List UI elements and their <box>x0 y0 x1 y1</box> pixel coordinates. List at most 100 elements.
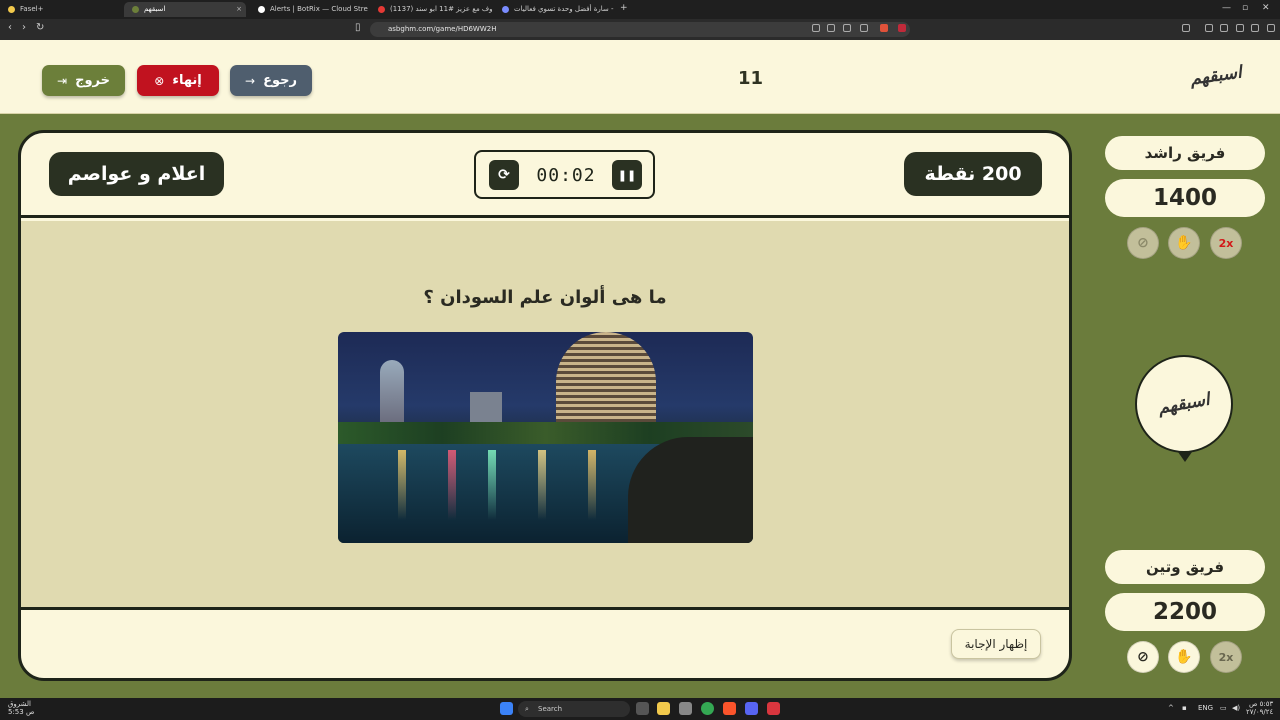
url-text: asbghm.com/game/HD6WW2H <box>388 25 497 33</box>
discord-icon[interactable] <box>745 702 758 715</box>
show-answer-button[interactable]: إظهار الإجابة <box>951 629 1041 659</box>
logo[interactable]: اسبقهم <box>1189 62 1243 89</box>
browser-tab[interactable]: Fasel+ <box>0 2 120 17</box>
reset-timer-button[interactable]: ⟳ <box>489 160 519 190</box>
browser-tab[interactable]: سارة أفضل وحدة تسوي فعاليات - :icon <box>494 2 616 17</box>
browser-tab[interactable]: (1137) حروف مع عزيز #11 ابو سند <box>370 2 492 17</box>
points-badge: 200 نقطة <box>904 152 1042 196</box>
exit-button-label: خروج <box>75 73 110 88</box>
timer-panel: ⟳ 00:02 ❚❚ <box>474 150 655 199</box>
leo-icon[interactable] <box>1236 24 1244 32</box>
close-tab-icon[interactable]: × <box>236 2 242 17</box>
cancel-circle-icon: ⊗ <box>154 73 165 88</box>
double-points-icon: 2x <box>1218 236 1234 250</box>
reload-icon[interactable]: ↻ <box>36 22 44 33</box>
tray-app-icon[interactable]: ▪ <box>1182 704 1187 712</box>
team-2-name: فريق وتين <box>1105 550 1265 584</box>
extensions-icon[interactable] <box>1182 24 1190 32</box>
back-button[interactable]: رجوع → <box>230 65 312 96</box>
app-icon[interactable] <box>767 702 780 715</box>
language-indicator[interactable]: ENG <box>1198 704 1213 712</box>
question-text: ما هى ألوان علم السودان ؟ <box>423 287 667 308</box>
team-2-block-aid-button[interactable]: ⊘ <box>1127 641 1159 673</box>
sidebar-icon[interactable] <box>1205 24 1213 32</box>
translate-icon[interactable] <box>812 24 820 32</box>
exit-button[interactable]: خروج ⇥ <box>42 65 125 96</box>
os-taskbar: الشروق 5:53 ص ⌕ Search ^ ▪ ENG ▭ ◀) ٥:٥٣… <box>0 698 1280 720</box>
category-badge: اعلام و عواصم <box>49 152 224 196</box>
hand-icon: ✋ <box>1175 235 1193 251</box>
menu-icon[interactable] <box>1267 24 1275 32</box>
clock-date: ٢٧/٠٩/٢٤ <box>1246 708 1274 716</box>
tab-label: سارة أفضل وحدة تسوي فعاليات - :icon <box>514 5 616 13</box>
zoom-icon[interactable] <box>827 24 835 32</box>
team-2-double-aid-button[interactable]: 2x <box>1210 641 1242 673</box>
bookmark-icon[interactable]: ▯ <box>355 22 361 33</box>
block-icon: ⊘ <box>1137 235 1149 251</box>
brave-icon[interactable] <box>723 702 736 715</box>
round-number: 11 <box>738 68 764 89</box>
question-area: ما هى ألوان علم السودان ؟ <box>21 221 1069 610</box>
weather-label: الشروق <box>8 700 31 708</box>
clock-time: ٥:٥٣ ص <box>1248 700 1274 708</box>
browser-tab-active[interactable]: اسبقهم × <box>124 2 246 17</box>
tab-favicon-icon <box>258 6 265 13</box>
center-logo-text: اسبقهم <box>1156 389 1212 419</box>
file-explorer-icon[interactable] <box>657 702 670 715</box>
end-game-button[interactable]: إنهاء ⊗ <box>137 65 219 96</box>
store-icon[interactable] <box>679 702 692 715</box>
weather-widget[interactable]: الشروق 5:53 ص <box>8 700 34 716</box>
team-2-hand-aid-button[interactable]: ✋ <box>1168 641 1200 673</box>
task-view-icon[interactable] <box>636 702 649 715</box>
team-2-score: 2200 <box>1105 593 1265 631</box>
tab-label: Alerts | BotRix — Cloud Streaming B <box>270 5 368 13</box>
new-tab-icon[interactable]: + <box>620 3 628 13</box>
back-arrow-icon[interactable]: ‹ <box>8 22 12 33</box>
block-icon: ⊘ <box>1137 649 1149 665</box>
team-1-double-aid-button[interactable]: 2x <box>1210 227 1242 259</box>
forward-arrow-icon[interactable]: › <box>22 22 26 33</box>
double-points-icon: 2x <box>1218 650 1234 664</box>
maximize-icon[interactable]: ▫ <box>1242 3 1248 13</box>
browser-tab[interactable]: Alerts | BotRix — Cloud Streaming B <box>250 2 368 17</box>
image-reflection-shape <box>448 450 456 520</box>
clock[interactable]: ٥:٥٣ ص ٢٧/٠٩/٢٤ <box>1246 700 1273 716</box>
network-icon[interactable]: ▭ <box>1220 704 1227 712</box>
end-button-label: إنهاء <box>172 73 202 88</box>
refresh-icon: ⟳ <box>498 167 510 183</box>
logo-pin-tip <box>1178 452 1192 462</box>
minimize-icon[interactable]: — <box>1222 3 1231 13</box>
windows-start-icon[interactable] <box>500 702 513 715</box>
close-window-icon[interactable]: ✕ <box>1262 3 1270 13</box>
team-1-score: 1400 <box>1105 179 1265 217</box>
tab-label: اسبقهم <box>144 5 166 13</box>
rewards-icon[interactable] <box>898 24 906 32</box>
tab-favicon-icon <box>8 6 15 13</box>
taskbar-search[interactable]: ⌕ Search <box>518 701 630 717</box>
team-1-block-aid-button[interactable]: ⊘ <box>1127 227 1159 259</box>
wallet-icon[interactable] <box>1220 24 1228 32</box>
app-header: اسبقهم 11 رجوع → إنهاء ⊗ خروج ⇥ <box>0 40 1280 114</box>
cast-icon[interactable] <box>843 24 851 32</box>
brave-shield-icon[interactable] <box>880 24 888 32</box>
search-icon: ⌕ <box>525 705 529 713</box>
pause-icon: ❚❚ <box>617 168 637 182</box>
hand-icon: ✋ <box>1175 649 1193 665</box>
search-placeholder: Search <box>538 705 563 713</box>
share-icon[interactable] <box>860 24 868 32</box>
image-reflection-shape <box>488 450 496 520</box>
browser-address-bar: ‹ › ↻ ▯ asbghm.com/game/HD6WW2H <box>0 19 1280 40</box>
tab-label: (1137) حروف مع عزيز #11 ابو سند <box>390 5 492 13</box>
team-1-hand-aid-button[interactable]: ✋ <box>1168 227 1200 259</box>
pause-timer-button[interactable]: ❚❚ <box>612 160 642 190</box>
volume-icon[interactable]: ◀) <box>1232 704 1240 712</box>
vpn-icon[interactable] <box>1251 24 1259 32</box>
team-1-name: فريق راشد <box>1105 136 1265 170</box>
question-image <box>338 332 753 543</box>
center-logo: اسبقهم <box>1135 355 1233 453</box>
image-reflection-shape <box>538 450 546 520</box>
chrome-icon[interactable] <box>701 702 714 715</box>
tab-label: Fasel+ <box>20 5 44 13</box>
tray-chevron-icon[interactable]: ^ <box>1168 704 1174 712</box>
browser-tab-bar: Fasel+ اسبقهم × Alerts | BotRix — Cloud … <box>0 0 1280 19</box>
